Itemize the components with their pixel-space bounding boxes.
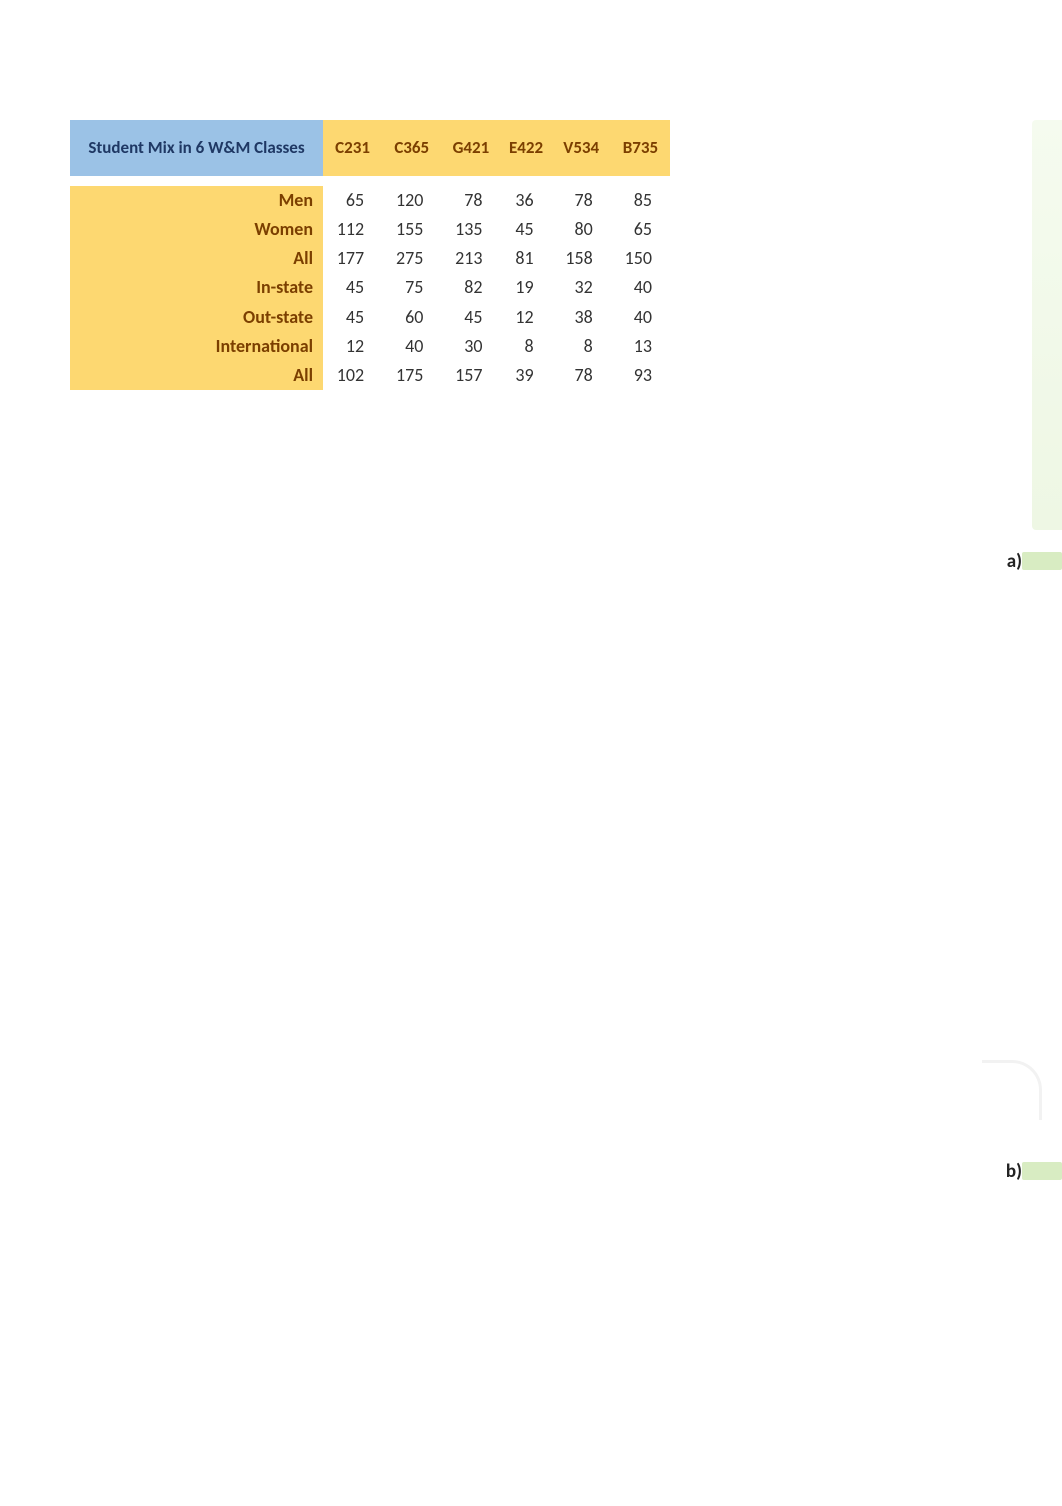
row-label: In-state (70, 273, 323, 302)
data-cell: 155 (382, 215, 441, 244)
header-row: Student Mix in 6 W&M Classes C231 C365 G… (70, 120, 670, 176)
data-cell: 158 (552, 244, 611, 273)
col-header: B735 (611, 120, 670, 176)
data-cell: 78 (441, 186, 500, 215)
data-cell: 112 (323, 215, 382, 244)
label-b: b) (1006, 1160, 1022, 1183)
data-cell: 78 (552, 361, 611, 390)
data-cell: 150 (611, 244, 670, 273)
col-header: G421 (441, 120, 500, 176)
col-header: C231 (323, 120, 382, 176)
data-cell: 8 (552, 332, 611, 361)
data-cell: 32 (552, 273, 611, 302)
data-cell: 81 (500, 244, 551, 273)
label-a-highlight (1022, 552, 1062, 570)
table-row: In-state 45 75 82 19 32 40 (70, 273, 670, 302)
row-label: International (70, 332, 323, 361)
data-cell: 40 (382, 332, 441, 361)
data-cell: 45 (441, 303, 500, 332)
data-cell: 13 (611, 332, 670, 361)
data-cell: 8 (500, 332, 551, 361)
data-cell: 12 (500, 303, 551, 332)
label-a: a) (1007, 550, 1022, 573)
data-cell: 65 (323, 186, 382, 215)
row-label: All (70, 244, 323, 273)
data-cell: 36 (500, 186, 551, 215)
data-cell: 30 (441, 332, 500, 361)
data-cell: 175 (382, 361, 441, 390)
data-cell: 39 (500, 361, 551, 390)
faint-curve-decoration (982, 1060, 1042, 1120)
data-cell: 93 (611, 361, 670, 390)
row-label: Men (70, 186, 323, 215)
data-cell: 177 (323, 244, 382, 273)
table-row: Women 112 155 135 45 80 65 (70, 215, 670, 244)
data-cell: 102 (323, 361, 382, 390)
table-row: Men 65 120 78 36 78 85 (70, 186, 670, 215)
data-cell: 19 (500, 273, 551, 302)
data-cell: 213 (441, 244, 500, 273)
data-cell: 38 (552, 303, 611, 332)
student-mix-table: Student Mix in 6 W&M Classes C231 C365 G… (70, 120, 670, 390)
data-table: Student Mix in 6 W&M Classes C231 C365 G… (70, 120, 670, 390)
table-row: International 12 40 30 8 8 13 (70, 332, 670, 361)
table-row: All 177 275 213 81 158 150 (70, 244, 670, 273)
data-cell: 65 (611, 215, 670, 244)
data-cell: 157 (441, 361, 500, 390)
data-cell: 12 (323, 332, 382, 361)
data-cell: 45 (323, 273, 382, 302)
data-cell: 120 (382, 186, 441, 215)
data-cell: 40 (611, 273, 670, 302)
table-title-cell: Student Mix in 6 W&M Classes (70, 120, 323, 176)
data-cell: 275 (382, 244, 441, 273)
right-decorative-bar (1032, 120, 1062, 530)
data-cell: 78 (552, 186, 611, 215)
spacer (70, 176, 670, 186)
col-header: C365 (382, 120, 441, 176)
data-cell: 45 (500, 215, 551, 244)
data-cell: 135 (441, 215, 500, 244)
data-cell: 45 (323, 303, 382, 332)
data-cell: 80 (552, 215, 611, 244)
row-label: Women (70, 215, 323, 244)
label-b-highlight (1022, 1162, 1062, 1180)
table-row: Out-state 45 60 45 12 38 40 (70, 303, 670, 332)
data-cell: 40 (611, 303, 670, 332)
data-cell: 82 (441, 273, 500, 302)
table-row: All 102 175 157 39 78 93 (70, 361, 670, 390)
row-label: Out-state (70, 303, 323, 332)
data-cell: 75 (382, 273, 441, 302)
col-header: E422 (500, 120, 551, 176)
row-label: All (70, 361, 323, 390)
data-cell: 60 (382, 303, 441, 332)
data-cell: 85 (611, 186, 670, 215)
col-header: V534 (552, 120, 611, 176)
